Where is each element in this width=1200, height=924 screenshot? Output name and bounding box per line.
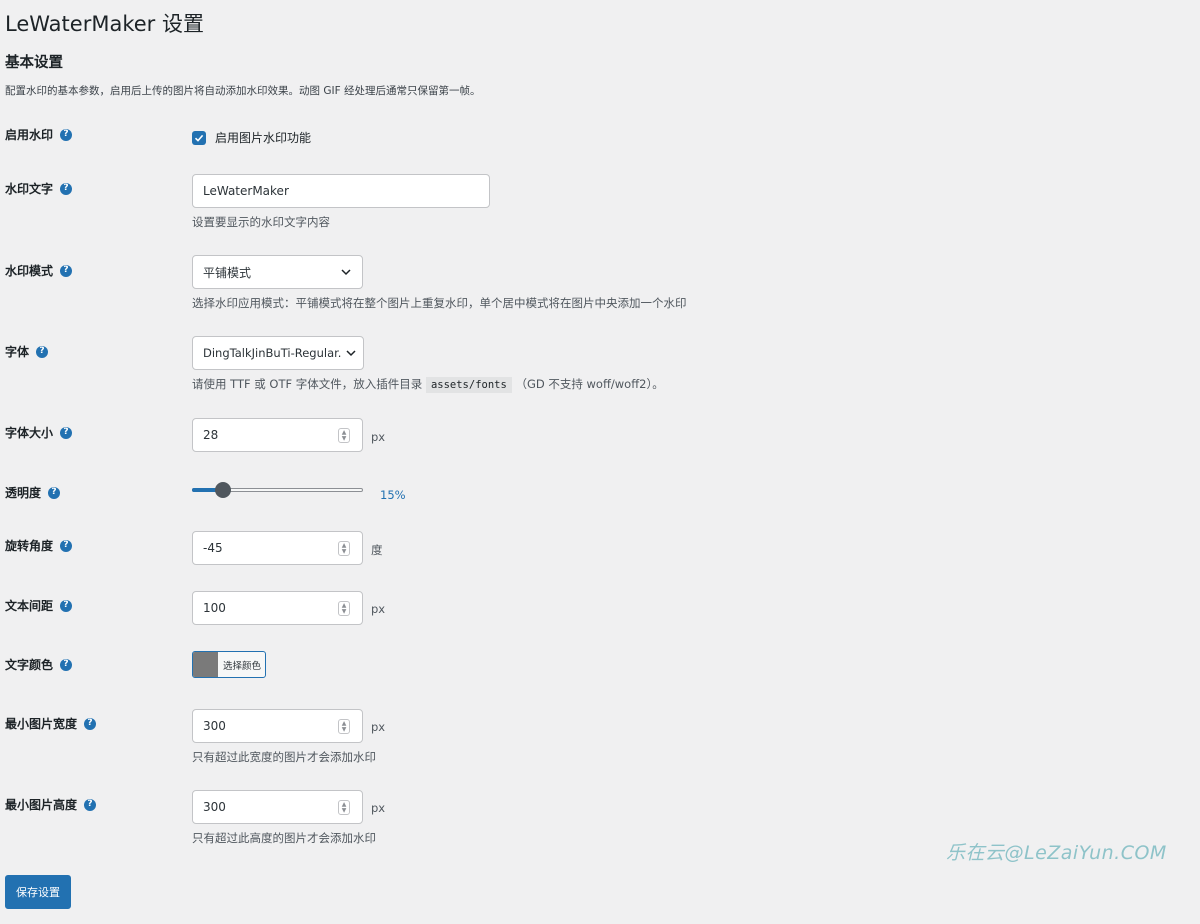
opacity-value: 15%	[380, 488, 406, 502]
help-icon[interactable]: ?	[60, 539, 73, 552]
help-icon[interactable]: ?	[84, 798, 97, 811]
enable-checkbox-row[interactable]: 启用图片水印功能	[192, 129, 311, 146]
chevron-down-icon	[346, 350, 356, 357]
watermark-text-hint: 设置要显示的水印文字内容	[192, 215, 330, 229]
font-size-value: 28	[203, 428, 219, 442]
label-font-size: 字体大小 ?	[5, 424, 73, 441]
number-spinner[interactable]: ▲ ▼	[338, 541, 350, 556]
min-height-unit: px	[371, 801, 386, 815]
label-opacity: 透明度 ?	[5, 484, 61, 501]
label-min-height-text: 最小图片高度	[5, 798, 78, 812]
color-picker-label: 选择颜色	[223, 660, 262, 672]
min-height-hint: 只有超过此高度的图片才会添加水印	[192, 831, 376, 845]
min-height-input[interactable]: 300 ▲ ▼	[192, 790, 363, 824]
number-spinner[interactable]: ▲ ▼	[338, 601, 350, 616]
number-spinner[interactable]: ▲ ▼	[338, 428, 350, 443]
label-text-text: 水印文字	[5, 182, 54, 196]
label-font-size-text: 字体大小	[5, 426, 54, 440]
label-text: 水印文字 ?	[5, 180, 73, 197]
label-color-text: 文字颜色	[5, 658, 54, 672]
number-spinner[interactable]: ▲ ▼	[338, 719, 350, 734]
enable-checkbox-label[interactable]: 启用图片水印功能	[215, 129, 311, 146]
rotation-value: -45	[203, 541, 223, 555]
spacing-value: 100	[203, 601, 226, 615]
min-width-hint: 只有超过此宽度的图片才会添加水印	[192, 750, 376, 764]
label-mode-text: 水印模式	[5, 264, 54, 278]
label-spacing: 文本间距 ?	[5, 597, 73, 614]
font-size-input[interactable]: 28 ▲ ▼	[192, 418, 363, 452]
label-min-width-text: 最小图片宽度	[5, 717, 78, 731]
mode-hint: 选择水印应用模式：平铺模式将在整个图片上重复水印，单个居中模式将在图片中央添加一…	[192, 296, 687, 310]
rotation-unit: 度	[371, 543, 383, 557]
help-icon[interactable]: ?	[48, 486, 61, 499]
help-icon[interactable]: ?	[60, 599, 73, 612]
help-icon[interactable]: ?	[60, 182, 73, 195]
watermark-text-value: LeWaterMaker	[203, 184, 289, 198]
label-rotation-text: 旋转角度	[5, 539, 54, 553]
section-description: 配置水印的基本参数，启用后上传的图片将自动添加水印效果。动图 GIF 经处理后通…	[5, 85, 481, 97]
font-select-value: DingTalkJinBuTi-Regular.ttf	[203, 346, 341, 360]
min-width-value: 300	[203, 719, 226, 733]
label-enable: 启用水印 ?	[5, 126, 73, 143]
label-text: 启用水印	[5, 128, 54, 142]
checkmark-icon	[194, 134, 204, 142]
min-height-value: 300	[203, 800, 226, 814]
label-font-text: 字体	[5, 345, 30, 359]
min-width-input[interactable]: 300 ▲ ▼	[192, 709, 363, 743]
mode-select[interactable]: 平铺模式	[192, 255, 363, 289]
label-min-height: 最小图片高度 ?	[5, 796, 97, 813]
spacing-input[interactable]: 100 ▲ ▼	[192, 591, 363, 625]
chevron-down-icon	[341, 269, 351, 276]
number-spinner[interactable]: ▲ ▼	[338, 800, 350, 815]
label-spacing-text: 文本间距	[5, 599, 54, 613]
enable-checkbox[interactable]	[192, 130, 206, 145]
font-size-unit: px	[371, 430, 386, 444]
help-icon[interactable]: ?	[60, 264, 73, 277]
font-hint-code: assets/fonts	[425, 377, 512, 393]
font-hint: 请使用 TTF 或 OTF 字体文件，放入插件目录 assets/fonts （…	[192, 376, 664, 393]
label-rotation: 旋转角度 ?	[5, 537, 73, 554]
font-hint-after: （GD 不支持 woff/woff2）。	[515, 377, 664, 391]
rotation-input[interactable]: -45 ▲ ▼	[192, 531, 363, 565]
help-icon[interactable]: ?	[60, 426, 73, 439]
site-watermark: 乐在云@LeZaiYun.COM	[946, 842, 1167, 864]
color-swatch	[193, 652, 218, 677]
help-icon[interactable]: ?	[36, 345, 49, 358]
slider-thumb[interactable]	[215, 482, 231, 498]
watermark-text-input[interactable]: LeWaterMaker	[192, 174, 490, 208]
section-title: 基本设置	[5, 55, 63, 71]
save-button[interactable]: 保存设置	[5, 875, 71, 909]
mode-select-value: 平铺模式	[203, 265, 252, 280]
label-min-width: 最小图片宽度 ?	[5, 715, 97, 732]
label-opacity-text: 透明度	[5, 486, 42, 500]
label-mode: 水印模式 ?	[5, 262, 73, 279]
label-color: 文字颜色 ?	[5, 656, 73, 673]
label-font: 字体 ?	[5, 343, 49, 360]
color-picker-button[interactable]: 选择颜色	[192, 651, 267, 678]
spacing-unit: px	[371, 602, 386, 616]
help-icon[interactable]: ?	[60, 658, 73, 671]
page-title: LeWaterMaker 设置	[5, 12, 204, 36]
font-hint-before: 请使用 TTF 或 OTF 字体文件，放入插件目录	[192, 377, 423, 391]
help-icon[interactable]: ?	[84, 717, 97, 730]
min-width-unit: px	[371, 720, 386, 734]
font-select[interactable]: DingTalkJinBuTi-Regular.ttf	[192, 336, 364, 370]
opacity-slider[interactable]	[192, 481, 363, 499]
help-icon[interactable]: ?	[60, 128, 73, 141]
